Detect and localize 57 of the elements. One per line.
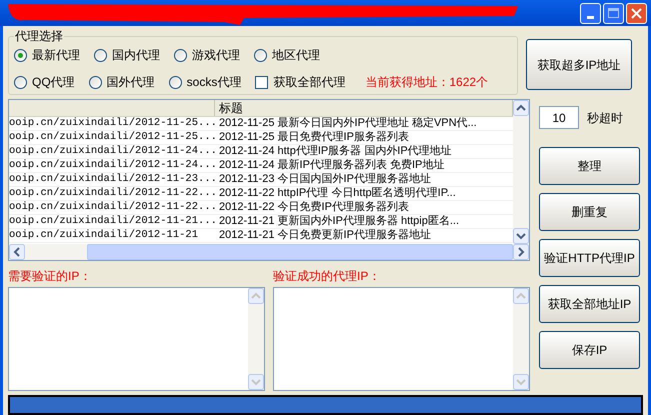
table-cell: ooip.cn/zuixindaili/2012-11-24... [9,159,215,172]
text-area[interactable] [8,287,265,391]
table-cell-text: 2012-11-22 今日免费IP代理服务器列表 [218,201,410,214]
radio-label: 国外代理 [106,74,155,91]
table-cell: ooip.cn/zuixindaili/2012-11-25... [9,117,215,130]
table-cell-text: 2012-11-21 更新国内外IP代理服务器 httpip匿名... [218,215,460,228]
text-area[interactable] [273,287,530,391]
vertical-scrollbar[interactable] [513,288,529,390]
radio-button[interactable] [168,76,182,88]
radio-label: QQ代理 [32,74,75,91]
horizontal-scrollbar[interactable] [9,244,529,260]
timeout-field[interactable]: 10 [539,106,579,129]
radio-button[interactable] [94,48,107,62]
table-cell-text: 2012-11-25 最新今日国内外IP代理地址 稳定VPN代... [218,117,478,130]
field-label: 验证成功的代理IP： [273,268,382,283]
radio-label: 最新代理 [32,47,80,64]
table-cell: ooip.cn/zuixindaili/2012-11-24... [9,145,215,158]
action-button[interactable]: 整理 [539,147,640,185]
table-cell: ooip.cn/zuixindaili/2012-11-22... [9,201,215,214]
action-button[interactable]: 验证HTTP代理IP [539,239,640,277]
minimize-button[interactable] [580,2,601,24]
table-cell: ooip.cn/zuixindaili/2012-11-25... [9,131,215,144]
scroll-thumb[interactable] [87,244,513,260]
table-cell-text: 2012-11-23 今日国内国外IP代理服务器地址 [218,173,432,186]
radio-button[interactable] [254,48,267,62]
close-button[interactable] [626,2,647,24]
vertical-scrollbar[interactable] [248,288,264,390]
checkbox-label: 获取全部代理 [273,74,346,91]
radio-label: 国内代理 [112,47,160,64]
table-cell-text: ooip.cn/zuixindaili/2012-11-21 [9,229,200,242]
vertical-scrollbar[interactable] [513,100,529,244]
checkbox[interactable] [255,76,268,88]
table-cell: ooip.cn/zuixindaili/2012-11-23... [9,173,215,186]
table-cell: ooip.cn/zuixindaili/2012-11-22... [9,187,215,200]
action-button[interactable]: 获取全部地址IP [539,285,640,323]
radio-label: 游戏代理 [192,47,240,64]
status-text: 当前获得地址：1622个 [365,74,488,91]
group-title: 代理选择 [14,28,64,45]
table-cell-text: 2012-11-24 http代理IP服务器 国内外IP代理地址 [218,145,453,158]
maximize-button[interactable] [603,2,624,24]
radio-label: 地区代理 [272,47,320,64]
radio-button[interactable] [14,48,27,62]
radio-button[interactable] [174,48,187,62]
radio-label: socks代理 [186,74,242,91]
radio-button[interactable] [14,76,27,88]
table-cell-text: 2012-11-21 今日免费更新IP代理服务器地址 [218,229,432,242]
radio-button[interactable] [88,76,102,88]
table-cell: ooip.cn/zuixindaili/2012-11-21... [9,215,215,228]
fetch-ip-button[interactable]: 获取超多IP地址 [526,39,632,90]
table-cell-text: 2012-11-25 最日免费代理IP服务器列表 [218,131,410,144]
close-icon [631,8,642,18]
field-label: 需要验证的IP： [8,268,92,283]
table-cell-text: 2012-11-24 最新IP代理服务器列表 免费IP地址 [218,159,446,172]
timeout-label: 秒超时 [587,110,623,126]
action-button[interactable]: 删重复 [539,193,640,231]
table-cell-text: 2012-11-22 httpIP代理 今日http匿名透明代理IP... [218,187,457,200]
action-button[interactable]: 保存IP [539,331,640,369]
